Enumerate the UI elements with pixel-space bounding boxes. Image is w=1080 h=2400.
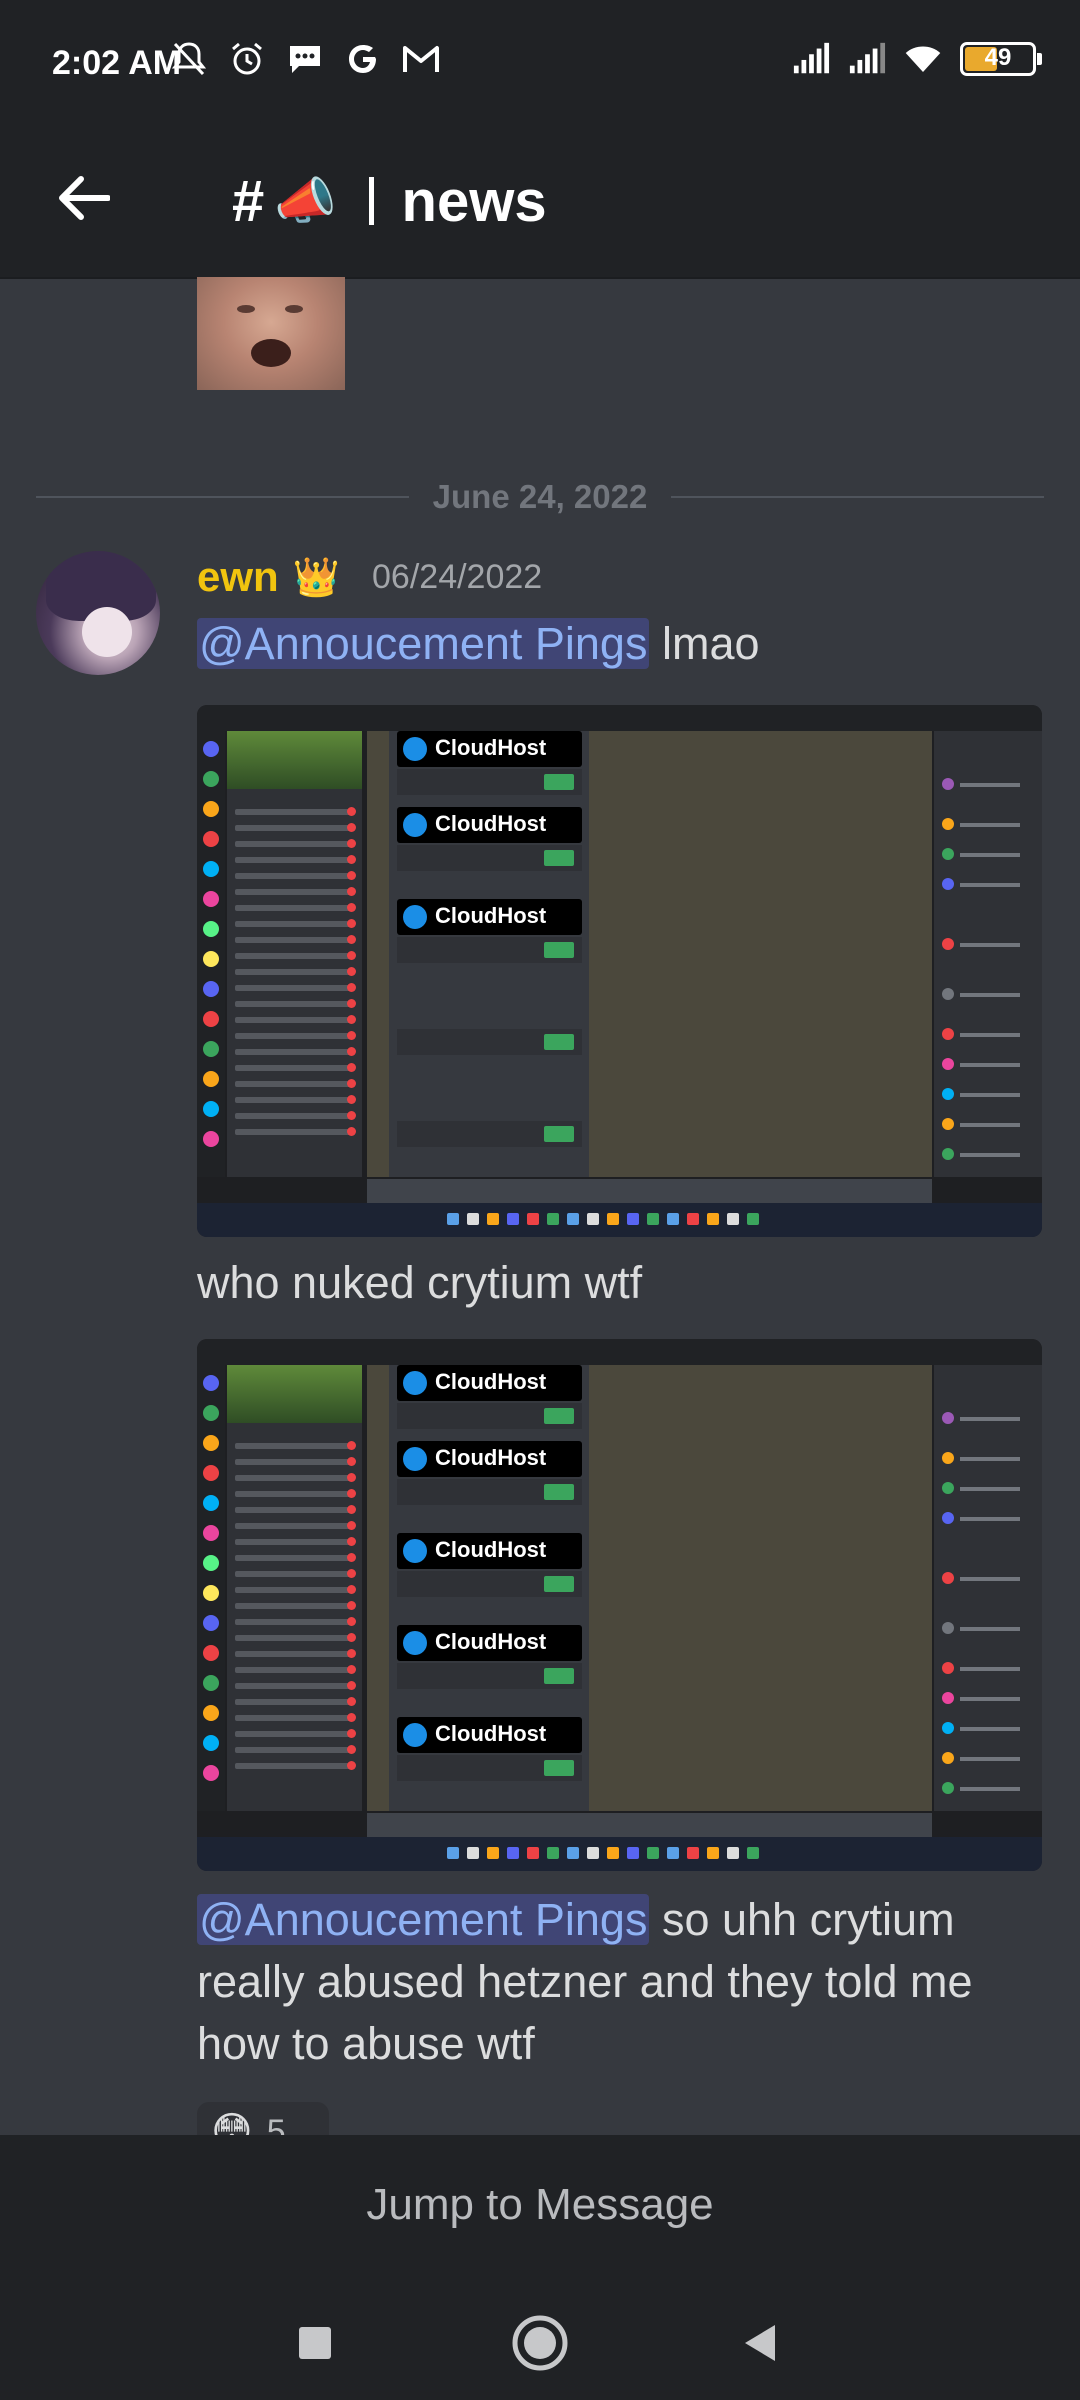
flushed-emoji-icon: 😳 [211,2109,253,2135]
message-header: ewn 👑 06/24/2022 [197,553,542,601]
mute-bell-icon [170,40,208,78]
back-button[interactable] [48,163,118,233]
status-bar: 2:02 AM 49 [0,0,1080,125]
notification-icons [170,40,440,78]
date-divider: June 24, 2022 [36,477,1044,517]
megaphone-icon: 📣 [274,172,337,229]
recents-icon [299,2327,331,2359]
arrow-left-icon [59,176,110,220]
role-mention[interactable]: @Annoucement Pings [197,1894,650,1945]
message-line-1: @Annoucement Pings lmao [197,613,1047,675]
channel-title[interactable]: # 📣 news [232,151,547,251]
message-text: lmao [649,618,760,669]
jump-to-message-button[interactable]: Jump to Message [0,2135,1080,2275]
image-attachment[interactable]: CloudHost CloudHost CloudHost [197,705,1042,1237]
status-time: 2:02 AM [52,44,182,82]
jump-to-message-label: Jump to Message [366,2180,714,2229]
battery-icon: 49 [960,42,1042,76]
signal-icon [848,40,886,78]
back-nav-button[interactable] [730,2313,790,2373]
channel-name: news [401,168,547,234]
message-list[interactable]: June 24, 2022 ewn 👑 06/24/2022 @Annoucem… [0,277,1080,2135]
message-timestamp: 06/24/2022 [372,557,543,596]
recents-button[interactable] [285,2313,345,2373]
cloudhost-card: CloudHost [397,1717,582,1753]
wifi-icon [904,40,942,78]
cloudhost-card: CloudHost [397,1365,582,1401]
avatar[interactable] [36,551,160,675]
home-button[interactable] [510,2313,570,2373]
gmail-icon [402,40,440,78]
message-line-2: who nuked crytium wtf [197,1252,1047,1314]
reaction-button[interactable]: 😳 5 [197,2102,329,2135]
battery-level: 49 [984,44,1012,71]
home-icon [512,2315,568,2371]
navigation-bar [0,2275,1080,2400]
google-icon [344,40,382,78]
back-icon [745,2325,775,2361]
message-line-3: @Annoucement Pings so uhh crytium really… [197,1889,1047,2075]
alarm-icon [228,40,266,78]
cloudhost-card: CloudHost [397,1441,582,1477]
channel-separator [368,177,374,225]
cloudhost-card: CloudHost [397,1625,582,1661]
date-divider-text: June 24, 2022 [432,478,648,515]
cloudhost-card: CloudHost [397,1533,582,1569]
channel-header: # 📣 news [0,125,1080,279]
crown-icon: 👑 [292,554,341,599]
cloudhost-card: CloudHost [397,807,582,843]
cloudhost-card: CloudHost [397,731,582,767]
previous-message-image[interactable] [197,277,345,390]
signal-icon [792,40,830,78]
cloudhost-card: CloudHost [397,899,582,935]
channel-hash: # [232,168,265,234]
message-text: who nuked crytium wtf [197,1257,643,1308]
author-name[interactable]: ewn [197,553,279,601]
message-icon [286,40,324,78]
system-icons: 49 [792,40,1042,78]
reaction-count: 5 [266,2112,286,2136]
image-attachment[interactable]: CloudHost CloudHost CloudHost CloudHost … [197,1339,1042,1871]
role-mention[interactable]: @Annoucement Pings [197,618,650,669]
